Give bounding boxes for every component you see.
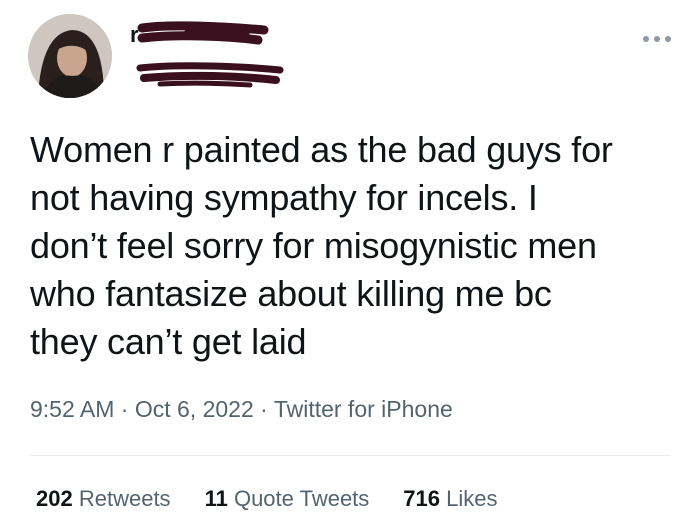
meta-separator: · (120, 396, 129, 422)
redacted-display-name: r (128, 20, 278, 50)
retweets-label: Retweets (78, 486, 171, 511)
tweet-text-line: don’t feel sorry for misogynistic men (30, 225, 597, 266)
retweets-count: 202 (36, 486, 73, 511)
likes-stat[interactable]: 716 Likes (403, 486, 497, 512)
tweet-text: Women r painted as the bad guys for not … (30, 126, 690, 366)
tweet-time[interactable]: 9:52 AM (30, 396, 114, 422)
quotes-count: 11 (204, 486, 228, 511)
quotes-label: Quote Tweets (233, 486, 370, 511)
tweet-source[interactable]: Twitter for iPhone (274, 396, 453, 422)
quote-tweets-stat[interactable]: 11 Quote Tweets (205, 486, 370, 512)
svg-text:r: r (130, 22, 139, 47)
redacted-handle (130, 58, 290, 90)
tweet-text-line: they can’t get laid (30, 321, 307, 362)
divider (30, 455, 670, 456)
more-dot (665, 36, 671, 42)
retweets-stat[interactable]: 202 Retweets (36, 486, 171, 512)
tweet-text-line: not having sympathy for incels. I (30, 177, 538, 218)
avatar[interactable] (28, 14, 112, 98)
more-horizontal-icon[interactable] (637, 32, 677, 46)
more-dot (643, 36, 649, 42)
tweet-date[interactable]: Oct 6, 2022 (135, 396, 254, 422)
likes-label: Likes (446, 486, 498, 511)
tweet-text-line: who fantasize about killing me bc (30, 273, 552, 314)
tweet-stats: 202 Retweets 11 Quote Tweets 716 Likes (36, 486, 498, 512)
tweet-meta: 9:52 AM · Oct 6, 2022 · Twitter for iPho… (30, 396, 453, 423)
more-dot (654, 36, 660, 42)
meta-separator: · (260, 396, 268, 422)
tweet-text-line: Women r painted as the bad guys for (30, 129, 613, 170)
likes-count: 716 (403, 486, 441, 511)
